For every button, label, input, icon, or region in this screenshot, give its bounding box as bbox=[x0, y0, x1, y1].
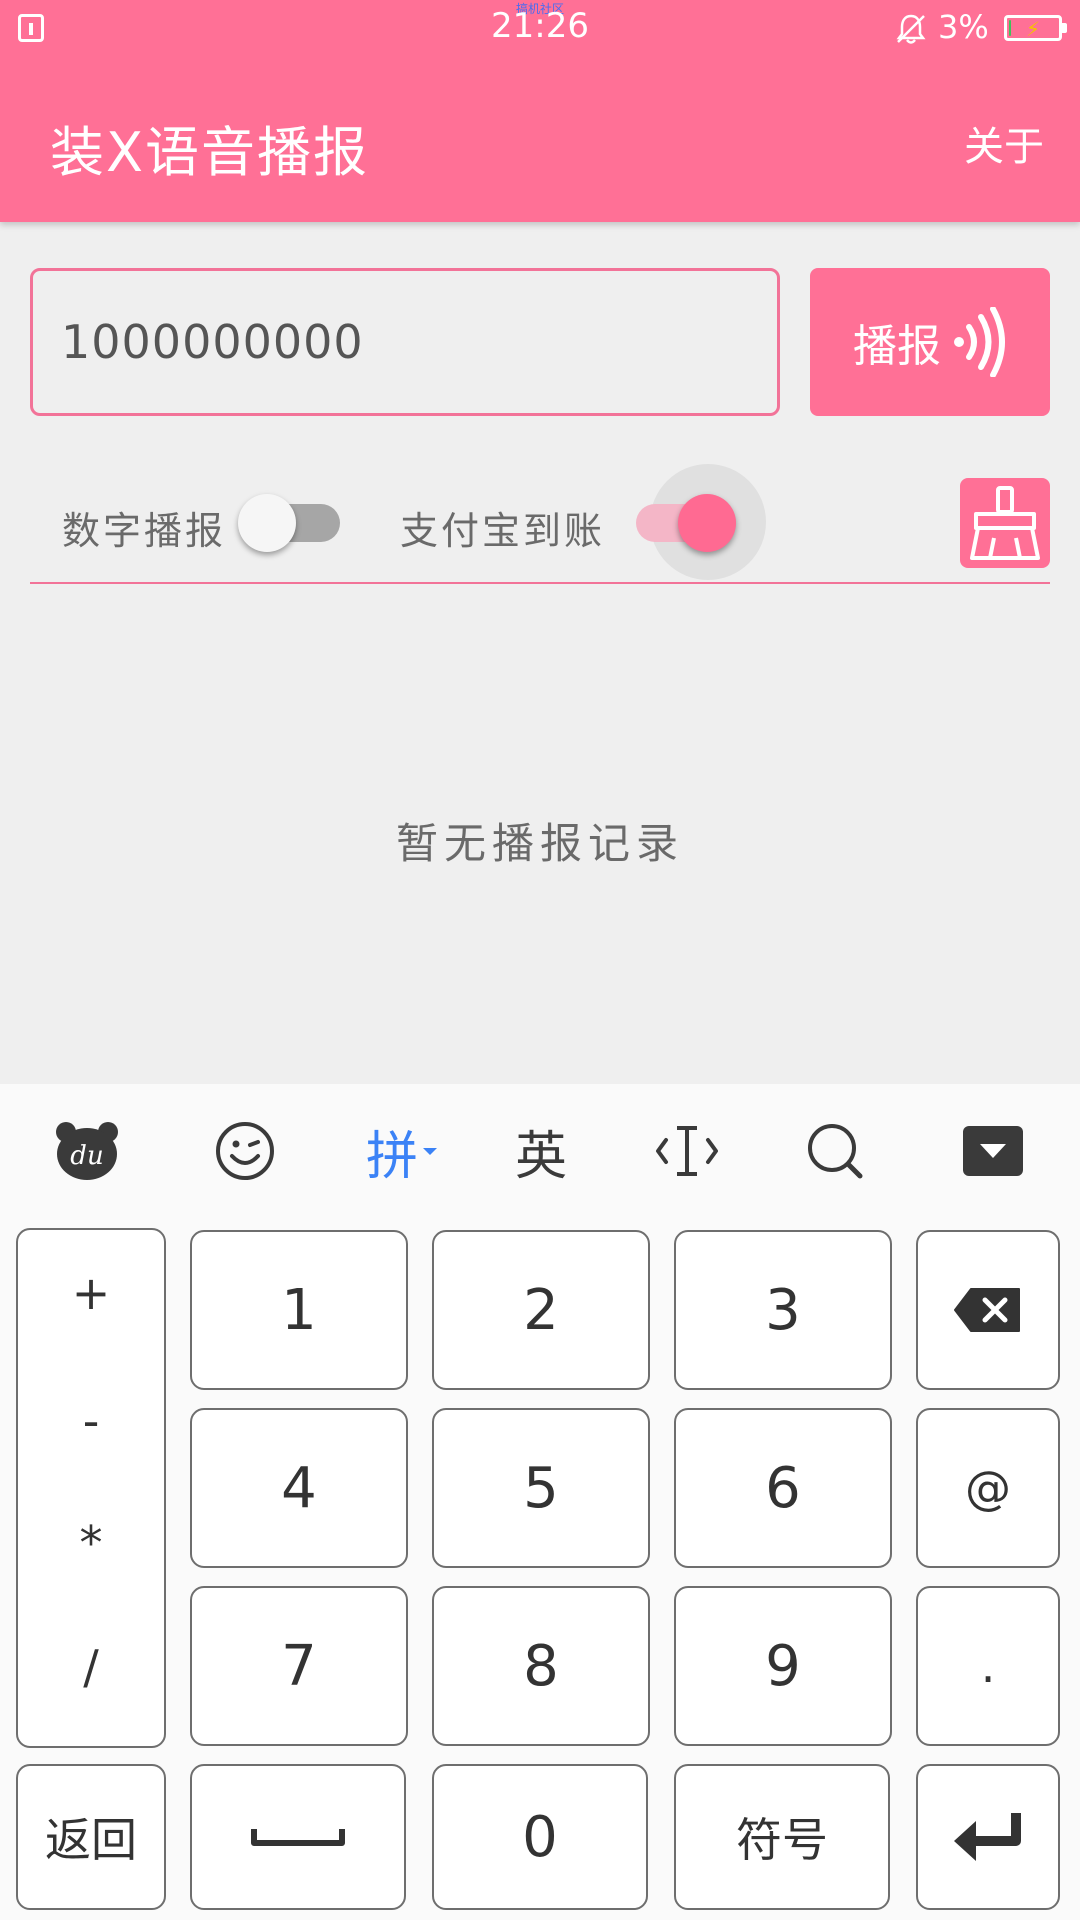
pinyin-label: 拼 bbox=[365, 1126, 418, 1187]
app-header: 搞机社区 21:26 3% ⚡ 装X语音播报 关于 bbox=[0, 0, 1080, 222]
battery-percent: 3% bbox=[938, 8, 989, 46]
battery-fill bbox=[1009, 20, 1011, 36]
enter-key[interactable] bbox=[916, 1764, 1060, 1910]
key-minus[interactable]: - bbox=[18, 1394, 164, 1448]
symbols-key[interactable]: 符号 bbox=[674, 1764, 890, 1910]
about-button[interactable]: 关于 bbox=[964, 114, 1044, 172]
clear-records-button[interactable] bbox=[960, 478, 1050, 568]
broadcast-button[interactable]: 播报 bbox=[810, 268, 1050, 416]
keyboard-toolbar: du 拼 英 bbox=[0, 1084, 1080, 1214]
alipay-arrival-label: 支付宝到账 bbox=[400, 509, 606, 553]
key-at[interactable]: @ bbox=[916, 1408, 1060, 1568]
key-dot[interactable]: . bbox=[916, 1586, 1060, 1746]
digit-broadcast-label: 数字播报 bbox=[62, 509, 227, 553]
cursor-icon[interactable] bbox=[642, 1116, 732, 1186]
page-title: 装X语音播报 bbox=[50, 121, 369, 184]
backspace-key[interactable] bbox=[916, 1230, 1060, 1390]
space-icon bbox=[251, 1829, 345, 1846]
search-icon[interactable] bbox=[790, 1116, 880, 1186]
english-mode-button[interactable]: 英 bbox=[496, 1116, 586, 1187]
key-5[interactable]: 5 bbox=[432, 1408, 650, 1568]
alipay-arrival-switch-thumb[interactable] bbox=[678, 494, 736, 552]
backspace-icon bbox=[954, 1288, 1020, 1332]
back-key[interactable]: 返回 bbox=[16, 1764, 166, 1910]
key-multiply[interactable]: * bbox=[18, 1516, 164, 1570]
key-0[interactable]: 0 bbox=[432, 1764, 648, 1910]
broom-icon bbox=[970, 486, 1040, 560]
bell-muted-icon bbox=[896, 14, 926, 44]
key-6[interactable]: 6 bbox=[674, 1408, 892, 1568]
hide-keyboard-icon[interactable] bbox=[948, 1116, 1038, 1186]
key-1[interactable]: 1 bbox=[190, 1230, 408, 1390]
wink-emoji-icon[interactable] bbox=[200, 1116, 290, 1186]
pinyin-mode-button[interactable]: 拼 bbox=[358, 1116, 448, 1187]
key-7[interactable]: 7 bbox=[190, 1586, 408, 1746]
empty-records-message: 暂无播报记录 bbox=[395, 819, 684, 868]
key-8[interactable]: 8 bbox=[432, 1586, 650, 1746]
enter-icon bbox=[954, 1813, 1021, 1861]
digit-broadcast-switch-thumb[interactable] bbox=[238, 494, 296, 552]
status-bar: 搞机社区 21:26 3% ⚡ bbox=[0, 0, 1080, 56]
operator-key-column[interactable]: + - * / bbox=[16, 1228, 166, 1748]
svg-text:du: du bbox=[70, 1141, 103, 1171]
key-2[interactable]: 2 bbox=[432, 1230, 650, 1390]
charging-bolt-icon: ⚡ bbox=[1026, 17, 1041, 41]
sound-waves-icon bbox=[954, 307, 1005, 377]
battery-icon: ⚡ bbox=[1004, 15, 1067, 41]
broadcast-button-label: 播报 bbox=[853, 321, 941, 372]
caret-down-icon bbox=[423, 1148, 437, 1155]
space-key[interactable] bbox=[190, 1764, 406, 1910]
du-logo-icon[interactable]: du bbox=[42, 1116, 132, 1186]
key-9[interactable]: 9 bbox=[674, 1586, 892, 1746]
key-divide[interactable]: / bbox=[18, 1640, 164, 1694]
key-3[interactable]: 3 bbox=[674, 1230, 892, 1390]
options-divider bbox=[30, 582, 1050, 584]
key-4[interactable]: 4 bbox=[190, 1408, 408, 1568]
english-label: 英 bbox=[514, 1126, 567, 1187]
amount-input[interactable] bbox=[30, 268, 780, 416]
key-plus[interactable]: + bbox=[18, 1266, 164, 1320]
